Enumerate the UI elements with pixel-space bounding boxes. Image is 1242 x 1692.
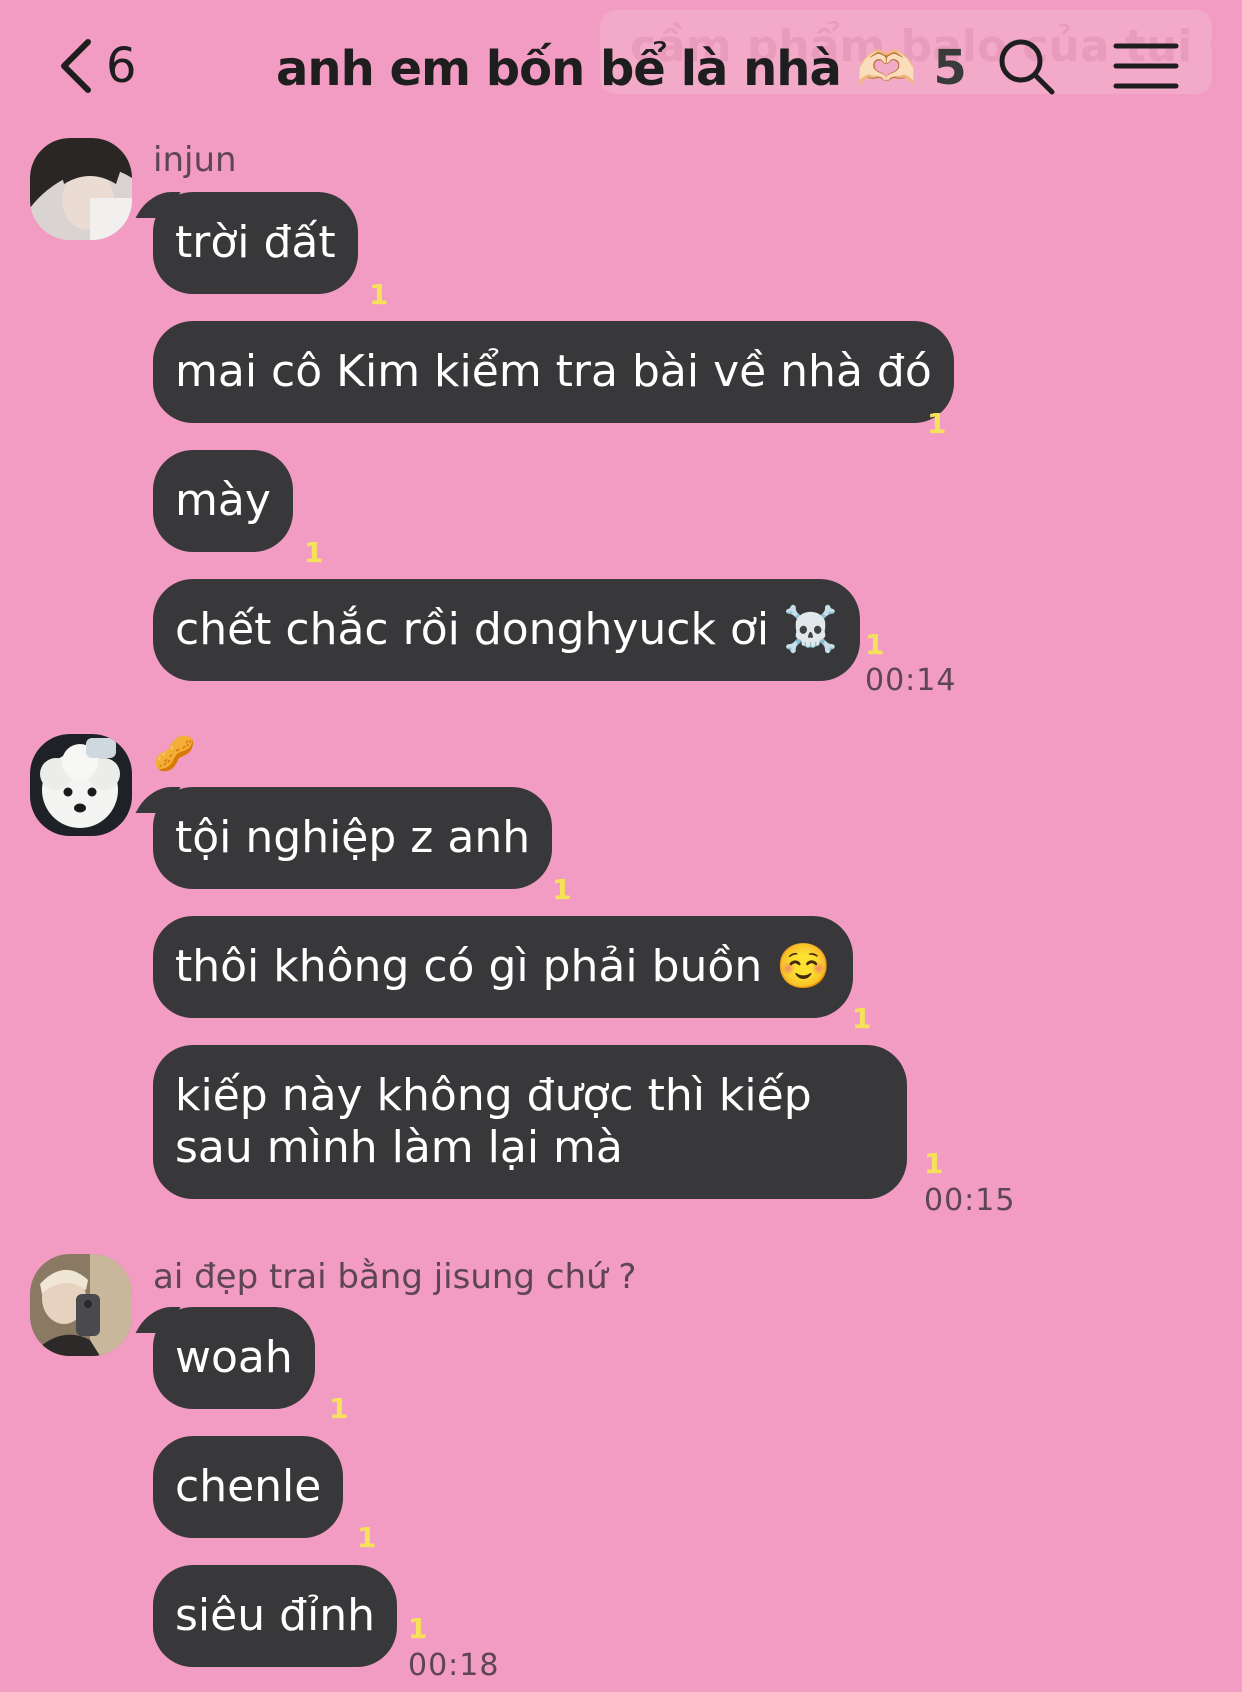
menu-button[interactable] <box>1112 34 1180 98</box>
chat-title: anh em bốn bể là nhà 🫶🏻 <box>276 40 916 97</box>
message-timestamp: 00:15 <box>924 1183 1016 1218</box>
message-timestamp: 00:18 <box>408 1648 500 1683</box>
message-timestamp: 00:14 <box>865 663 957 698</box>
message-text: trời đất <box>175 217 336 268</box>
message-bubble[interactable]: tội nghiệp z anh <box>153 787 553 889</box>
chat-title-area[interactable]: anh em bốn bể là nhà 🫶🏻 5 <box>276 36 967 100</box>
read-count: 1 <box>552 873 572 906</box>
message-bubble[interactable]: chenle <box>153 1436 344 1538</box>
message-bubble[interactable]: thôi không có gì phải buồn ☺️ <box>153 916 853 1018</box>
back-button[interactable]: 6 <box>56 34 137 98</box>
message-text: chenle <box>175 1461 322 1512</box>
message-text: tội nghiệp z anh <box>175 812 531 863</box>
search-button[interactable] <box>994 34 1058 98</box>
message-text: thôi không có gì phải buồn ☺️ <box>175 941 831 992</box>
member-count: 5 <box>933 40 967 96</box>
unread-chats-count: 6 <box>106 38 137 94</box>
mirror-selfie-avatar[interactable] <box>30 1254 132 1356</box>
read-count: 1 <box>865 628 885 661</box>
sender-name: 🥜 <box>153 734 196 774</box>
read-count: 1 <box>369 278 389 311</box>
message-bubble[interactable]: woah <box>153 1307 315 1409</box>
sender-name: ai đẹp trai bằng jisung chứ ? <box>153 1257 637 1297</box>
avatar-photo-image <box>30 138 132 240</box>
read-count: 1 <box>357 1521 377 1554</box>
chevron-left-icon <box>61 39 91 93</box>
read-count: 1 <box>304 536 324 569</box>
message-bubble[interactable]: trời đất <box>153 192 358 294</box>
message-text: siêu đỉnh <box>175 1590 376 1641</box>
read-count: 1 <box>927 407 947 440</box>
sender-name: injun <box>153 140 237 180</box>
message-text: kiếp này không được thì kiếp sau mình là… <box>175 1070 812 1173</box>
chat-header: cầm phẩm balo của tui 🥺 6 anh em bốn bể … <box>0 0 1242 130</box>
message-text: woah <box>175 1332 293 1383</box>
hamburger-menu-icon <box>1113 43 1179 89</box>
message-bubble[interactable]: mai cô Kim kiểm tra bài về nhà đó <box>153 321 954 423</box>
mirror-selfie-avatar-image <box>30 1254 132 1356</box>
read-count: 1 <box>852 1002 872 1035</box>
message-bubble[interactable]: kiếp này không được thì kiếp sau mình là… <box>153 1045 907 1199</box>
white-dog-avatar-image <box>30 734 132 836</box>
read-count: 1 <box>408 1612 428 1645</box>
message-bubble[interactable]: chết chắc rồi donghyuck ơi ☠️ <box>153 579 860 681</box>
message-text: chết chắc rồi donghyuck ơi ☠️ <box>175 604 838 655</box>
white-dog-avatar[interactable] <box>30 734 132 836</box>
message-text: mày <box>175 475 271 526</box>
message-text: mai cô Kim kiểm tra bài về nhà đó <box>175 346 932 397</box>
read-count: 1 <box>329 1392 349 1425</box>
search-icon <box>999 39 1055 95</box>
read-count: 1 <box>924 1147 944 1180</box>
message-bubble[interactable]: mày <box>153 450 293 552</box>
message-bubble[interactable]: siêu đỉnh <box>153 1565 398 1667</box>
avatar-photo[interactable] <box>30 138 132 240</box>
